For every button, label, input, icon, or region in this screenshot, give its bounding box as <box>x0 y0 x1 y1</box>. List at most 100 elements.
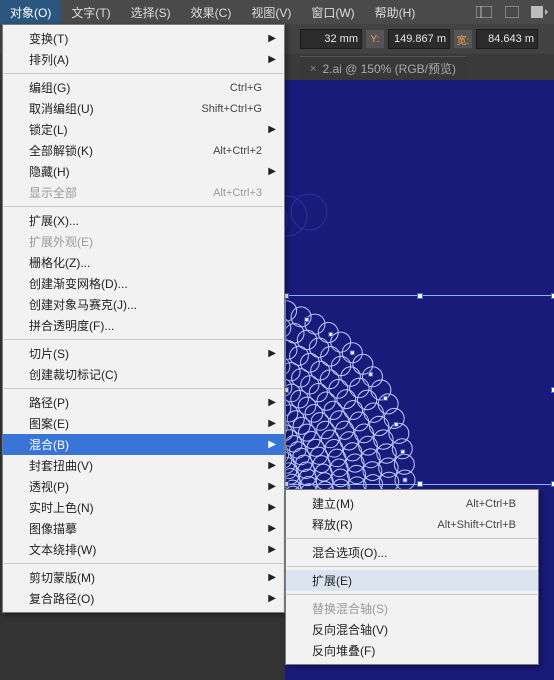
menu-item-label: 显示全部 <box>29 184 77 201</box>
object-menu-item-23[interactable]: 封套扭曲(V) ▶ <box>3 455 284 476</box>
submenu-arrow-icon: ▶ <box>268 593 276 604</box>
shortcut-label: Alt+Ctrl+3 <box>213 187 262 199</box>
menu-view[interactable]: 视图(V) <box>241 0 301 24</box>
submenu-arrow-icon: ▶ <box>268 54 276 65</box>
menu-item-label: 图像描摹 <box>29 520 77 537</box>
field-x[interactable]: 32 mm <box>300 29 362 49</box>
object-menu-item-4[interactable]: 取消编组(U) Shift+Ctrl+G <box>3 98 284 119</box>
menu-item-label: 剪切蒙版(M) <box>29 569 95 586</box>
field-y[interactable]: 149.867 m <box>388 29 450 49</box>
blend-menu-item-9[interactable]: 反向堆叠(F) <box>286 640 538 661</box>
object-menu-item-15[interactable]: 拼合透明度(F)... <box>3 315 284 336</box>
menu-item-label: 创建裁切标记(C) <box>29 366 118 383</box>
menu-item-label: 混合(B) <box>29 436 69 453</box>
blend-menu-item-7: 替换混合轴(S) <box>286 598 538 619</box>
menu-effect[interactable]: 效果(C) <box>181 0 242 24</box>
object-menu-item-8: 显示全部 Alt+Ctrl+3 <box>3 182 284 203</box>
submenu-arrow-icon: ▶ <box>268 502 276 513</box>
menu-item-label: 全部解锁(K) <box>29 142 93 159</box>
tab-title: 2.ai @ 150% (RGB/预览) <box>322 60 456 77</box>
handle-bot-mid[interactable] <box>417 481 423 487</box>
object-menu-item-5[interactable]: 锁定(L) ▶ <box>3 119 284 140</box>
submenu-arrow-icon: ▶ <box>268 418 276 429</box>
object-menu[interactable]: 变换(T)▶排列(A)▶编组(G)Ctrl+G取消编组(U)Shift+Ctrl… <box>2 24 285 613</box>
menu-item-label: 扩展(X)... <box>29 212 79 229</box>
menu-item-label: 封套扭曲(V) <box>29 457 93 474</box>
menu-item-label: 变换(T) <box>29 30 68 47</box>
object-menu-item-20[interactable]: 路径(P) ▶ <box>3 392 284 413</box>
object-menu-item-22[interactable]: 混合(B)▶ <box>3 434 284 455</box>
menu-item-label: 锁定(L) <box>29 121 68 138</box>
menubar: 对象(O) 文字(T) 选择(S) 效果(C) 视图(V) 窗口(W) 帮助(H… <box>0 0 554 24</box>
shortcut-label: Shift+Ctrl+G <box>201 103 262 115</box>
menu-item-label: 排列(A) <box>29 51 69 68</box>
object-menu-item-21[interactable]: 图案(E)▶ <box>3 413 284 434</box>
menu-item-label: 透视(P) <box>29 478 69 495</box>
blend-menu-item-3[interactable]: 混合选项(O)... <box>286 542 538 563</box>
submenu-arrow-icon: ▶ <box>268 166 276 177</box>
menu-item-label: 创建对象马赛克(J)... <box>29 296 137 313</box>
object-menu-item-27[interactable]: 文本绕排(W)▶ <box>3 539 284 560</box>
menu-item-label: 混合选项(O)... <box>312 544 387 561</box>
object-menu-item-12[interactable]: 栅格化(Z)... <box>3 252 284 273</box>
object-menu-item-7[interactable]: 隐藏(H) ▶ <box>3 161 284 182</box>
label-w: 宽: <box>454 30 472 48</box>
layout-icon[interactable] <box>470 6 498 18</box>
object-menu-item-29[interactable]: 剪切蒙版(M) ▶ <box>3 567 284 588</box>
menu-item-label: 替换混合轴(S) <box>312 600 388 617</box>
object-menu-item-26[interactable]: 图像描摹 ▶ <box>3 518 284 539</box>
menu-item-label: 取消编组(U) <box>29 100 94 117</box>
shortcut-label: Alt+Ctrl+B <box>466 498 516 510</box>
menu-item-label: 编组(G) <box>29 79 70 96</box>
submenu-arrow-icon: ▶ <box>268 481 276 492</box>
blend-menu-item-1[interactable]: 释放(R)Alt+Shift+Ctrl+B <box>286 514 538 535</box>
menu-window[interactable]: 窗口(W) <box>301 0 364 24</box>
object-menu-item-11: 扩展外观(E) <box>3 231 284 252</box>
blend-menu-item-0[interactable]: 建立(M) Alt+Ctrl+B <box>286 493 538 514</box>
menu-object[interactable]: 对象(O) <box>0 0 61 24</box>
workspace-icon[interactable] <box>526 6 554 18</box>
object-menu-item-1[interactable]: 排列(A) ▶ <box>3 49 284 70</box>
menu-item-label: 反向混合轴(V) <box>312 621 388 638</box>
object-menu-item-18[interactable]: 创建裁切标记(C) <box>3 364 284 385</box>
close-icon[interactable]: × <box>310 63 316 75</box>
object-menu-item-13[interactable]: 创建渐变网格(D)... <box>3 273 284 294</box>
menu-item-label: 隐藏(H) <box>29 163 70 180</box>
menu-help[interactable]: 帮助(H) <box>365 0 426 24</box>
handle-top-mid[interactable] <box>417 293 423 299</box>
menu-item-label: 栅格化(Z)... <box>29 254 90 271</box>
submenu-arrow-icon: ▶ <box>268 397 276 408</box>
object-menu-item-3[interactable]: 编组(G) Ctrl+G <box>3 77 284 98</box>
object-menu-item-6[interactable]: 全部解锁(K) Alt+Ctrl+2 <box>3 140 284 161</box>
menu-item-label: 拼合透明度(F)... <box>29 317 114 334</box>
object-menu-item-14[interactable]: 创建对象马赛克(J)... <box>3 294 284 315</box>
submenu-arrow-icon: ▶ <box>268 460 276 471</box>
object-menu-item-24[interactable]: 透视(P) ▶ <box>3 476 284 497</box>
object-menu-item-10[interactable]: 扩展(X)... <box>3 210 284 231</box>
menu-select[interactable]: 选择(S) <box>121 0 181 24</box>
menu-item-label: 建立(M) <box>312 495 354 512</box>
blend-menu-item-5[interactable]: 扩展(E) <box>286 570 538 591</box>
submenu-arrow-icon: ▶ <box>268 124 276 135</box>
object-menu-item-17[interactable]: 切片(S)▶ <box>3 343 284 364</box>
shortcut-label: Alt+Shift+Ctrl+B <box>437 519 516 531</box>
submenu-arrow-icon: ▶ <box>268 572 276 583</box>
doc-icon[interactable] <box>498 6 526 18</box>
object-menu-item-25[interactable]: 实时上色(N) ▶ <box>3 497 284 518</box>
submenu-arrow-icon: ▶ <box>268 523 276 534</box>
object-menu-item-0[interactable]: 变换(T)▶ <box>3 28 284 49</box>
menu-item-label: 路径(P) <box>29 394 69 411</box>
menu-type[interactable]: 文字(T) <box>61 0 120 24</box>
shortcut-label: Alt+Ctrl+2 <box>213 145 262 157</box>
submenu-arrow-icon: ▶ <box>268 544 276 555</box>
menu-item-label: 实时上色(N) <box>29 499 94 516</box>
blend-menu-item-8[interactable]: 反向混合轴(V) <box>286 619 538 640</box>
blend-submenu[interactable]: 建立(M) Alt+Ctrl+B 释放(R)Alt+Shift+Ctrl+B 混合选项… <box>285 489 539 665</box>
label-y: Y: <box>366 30 384 48</box>
shortcut-label: Ctrl+G <box>230 82 262 94</box>
doc-tab[interactable]: × 2.ai @ 150% (RGB/预览) <box>300 56 466 80</box>
field-w[interactable]: 84.643 m <box>476 29 538 49</box>
menu-item-label: 扩展(E) <box>312 572 352 589</box>
selection-bounding-box[interactable] <box>285 295 554 485</box>
object-menu-item-30[interactable]: 复合路径(O)▶ <box>3 588 284 609</box>
